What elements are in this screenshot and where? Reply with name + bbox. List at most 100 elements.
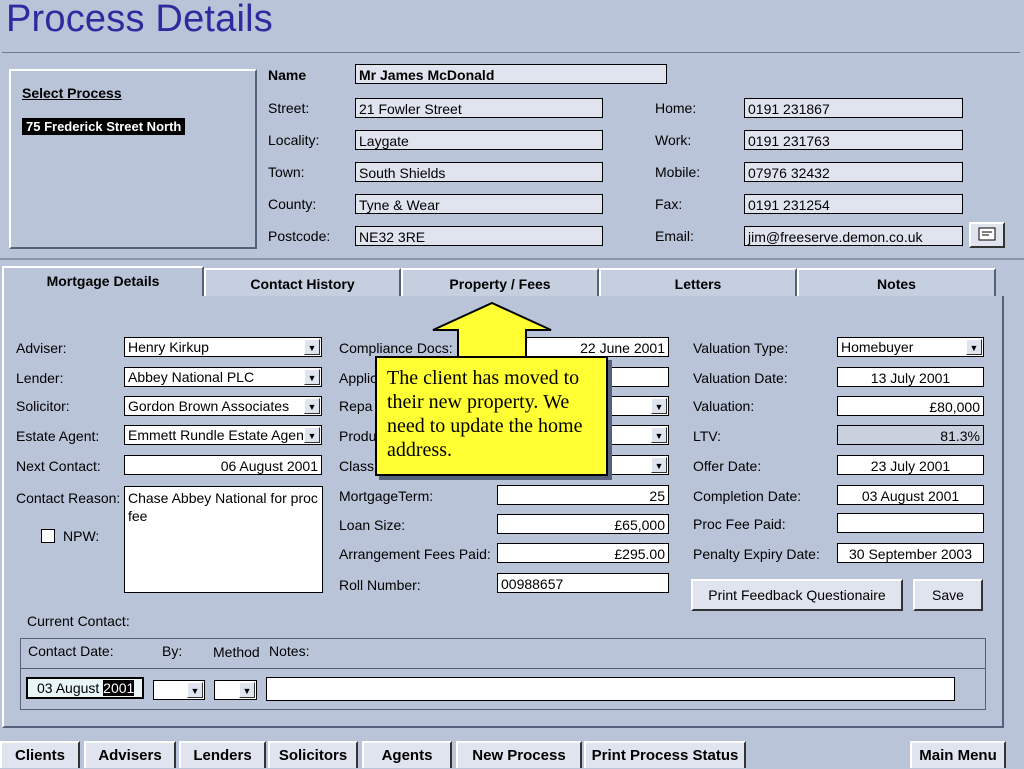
solicitor-label: Solicitor:: [16, 398, 70, 414]
county-field[interactable]: Tyne & Wear: [355, 194, 603, 214]
arrangement-fees-label: Arrangement Fees Paid:: [339, 546, 491, 562]
email-field[interactable]: jim@freeserve.demon.co.uk: [744, 226, 963, 246]
valuation-field[interactable]: £80,000: [837, 396, 984, 416]
notes-column: Notes:: [269, 643, 310, 659]
tab-notes[interactable]: Notes: [797, 268, 996, 296]
estate-agent-label: Estate Agent:: [16, 428, 100, 444]
street-label: Street:: [268, 100, 310, 116]
nav-new-process-button[interactable]: New Process: [456, 741, 582, 768]
separator: [0, 258, 1024, 260]
locality-field[interactable]: Laygate: [355, 130, 603, 150]
contact-reason-textarea[interactable]: Chase Abbey National for proc fee: [124, 486, 323, 593]
county-label: County:: [268, 196, 317, 212]
chevron-down-icon: ▼: [304, 339, 320, 355]
chevron-down-icon: ▼: [651, 457, 667, 473]
contact-by-select[interactable]: ▼: [153, 680, 205, 700]
mortgage-term-label: MortgageTerm:: [339, 488, 434, 504]
valuation-date-label: Valuation Date:: [693, 370, 788, 386]
valuation-label: Valuation:: [693, 398, 755, 414]
tab-contact-history[interactable]: Contact History: [204, 268, 401, 296]
save-button[interactable]: Save: [913, 579, 983, 611]
print-feedback-button[interactable]: Print Feedback Questionaire: [691, 579, 903, 611]
work-phone-field[interactable]: 0191 231763: [744, 130, 963, 150]
completion-date-label: Completion Date:: [693, 488, 802, 504]
chevron-down-icon: ▼: [651, 398, 667, 414]
nav-advisers-button[interactable]: Advisers: [84, 741, 176, 768]
method-column: Method: [213, 644, 260, 660]
arrangement-fees-field[interactable]: £295.00: [497, 543, 669, 563]
ltv-label: LTV:: [693, 428, 722, 444]
chevron-down-icon: ▼: [304, 398, 320, 414]
nav-print-status-button[interactable]: Print Process Status: [584, 741, 746, 768]
proc-fee-paid-field[interactable]: [837, 513, 984, 533]
postcode-field[interactable]: NE32 3RE: [355, 226, 603, 246]
process-list-item[interactable]: 75 Frederick Street North: [22, 118, 186, 135]
email-label: Email:: [655, 228, 694, 244]
offer-date-label: Offer Date:: [693, 458, 762, 474]
tab-mortgage-details[interactable]: Mortgage Details: [2, 266, 204, 296]
valuation-date-field[interactable]: 13 July 2001: [837, 367, 984, 387]
penalty-expiry-label: Penalty Expiry Date:: [693, 546, 820, 562]
estate-agent-select[interactable]: Emmett Rundle Estate Agen ▼: [124, 425, 322, 445]
nav-main-menu-button[interactable]: Main Menu: [910, 741, 1006, 768]
valuation-type-label: Valuation Type:: [693, 340, 789, 356]
current-contact-label: Current Contact:: [27, 613, 130, 629]
postcode-label: Postcode:: [268, 228, 331, 244]
name-field[interactable]: Mr James McDonald: [355, 64, 667, 84]
adviser-label: Adviser:: [16, 340, 67, 356]
tab-property-fees[interactable]: Property / Fees: [401, 268, 599, 296]
contact-reason-label: Contact Reason:: [16, 490, 121, 506]
callout-arrow-icon: [432, 301, 552, 361]
send-email-button[interactable]: [969, 222, 1005, 248]
street-field[interactable]: 21 Fowler Street: [355, 98, 603, 118]
name-label: Name: [268, 67, 307, 83]
contact-divider: [20, 668, 986, 669]
roll-number-field[interactable]: 00988657: [497, 573, 669, 593]
town-label: Town:: [268, 164, 305, 180]
contact-date-field[interactable]: 03 August 2001: [26, 677, 144, 699]
tab-letters[interactable]: Letters: [599, 268, 797, 296]
selected-text: 2001: [103, 680, 135, 696]
nav-agents-button[interactable]: Agents: [362, 741, 452, 768]
application-label: Applic: [339, 370, 378, 386]
mortgage-term-field[interactable]: 25: [497, 485, 669, 505]
solicitor-select[interactable]: Gordon Brown Associates ▼: [124, 396, 322, 416]
contact-method-select[interactable]: ▼: [214, 680, 257, 700]
work-label: Work:: [655, 132, 692, 148]
chevron-down-icon: ▼: [304, 427, 320, 443]
repayment-label: Repa: [339, 398, 373, 414]
locality-label: Locality:: [268, 132, 320, 148]
offer-date-field[interactable]: 23 July 2001: [837, 455, 984, 475]
ltv-field: 81.3%: [837, 425, 984, 445]
nav-clients-button[interactable]: Clients: [0, 741, 80, 768]
chevron-down-icon: ▼: [304, 369, 320, 385]
chevron-down-icon: ▼: [187, 682, 203, 698]
fax-field[interactable]: 0191 231254: [744, 194, 963, 214]
next-contact-label: Next Contact:: [16, 458, 101, 474]
lender-select[interactable]: Abbey National PLC ▼: [124, 367, 322, 387]
home-label: Home:: [655, 100, 697, 116]
chevron-down-icon: ▼: [651, 427, 667, 443]
penalty-expiry-field[interactable]: 30 September 2003: [837, 543, 984, 563]
product-label: Produ: [339, 428, 377, 444]
town-field[interactable]: South Shields: [355, 162, 603, 182]
loan-size-field[interactable]: £65,000: [497, 514, 669, 534]
roll-number-label: Roll Number:: [339, 577, 421, 593]
nav-solicitors-button[interactable]: Solicitors: [268, 741, 358, 768]
annotation-callout: The client has moved to their new proper…: [375, 356, 608, 476]
next-contact-field[interactable]: 06 August 2001: [124, 455, 322, 475]
npw-checkbox[interactable]: [41, 529, 55, 543]
contact-date-column: Contact Date:: [28, 643, 114, 659]
by-column: By:: [162, 643, 183, 659]
mobile-label: Mobile:: [655, 164, 701, 180]
nav-lenders-button[interactable]: Lenders: [179, 741, 266, 768]
npw-label: NPW:: [63, 528, 100, 544]
adviser-select[interactable]: Henry Kirkup ▼: [124, 337, 322, 357]
proc-fee-paid-label: Proc Fee Paid:: [693, 516, 786, 532]
fax-label: Fax:: [655, 196, 683, 212]
valuation-type-select[interactable]: Homebuyer ▼: [837, 337, 984, 357]
contact-notes-field[interactable]: [266, 677, 955, 701]
home-phone-field[interactable]: 0191 231867: [744, 98, 963, 118]
mobile-phone-field[interactable]: 07976 32432: [744, 162, 963, 182]
completion-date-field[interactable]: 03 August 2001: [837, 485, 984, 505]
